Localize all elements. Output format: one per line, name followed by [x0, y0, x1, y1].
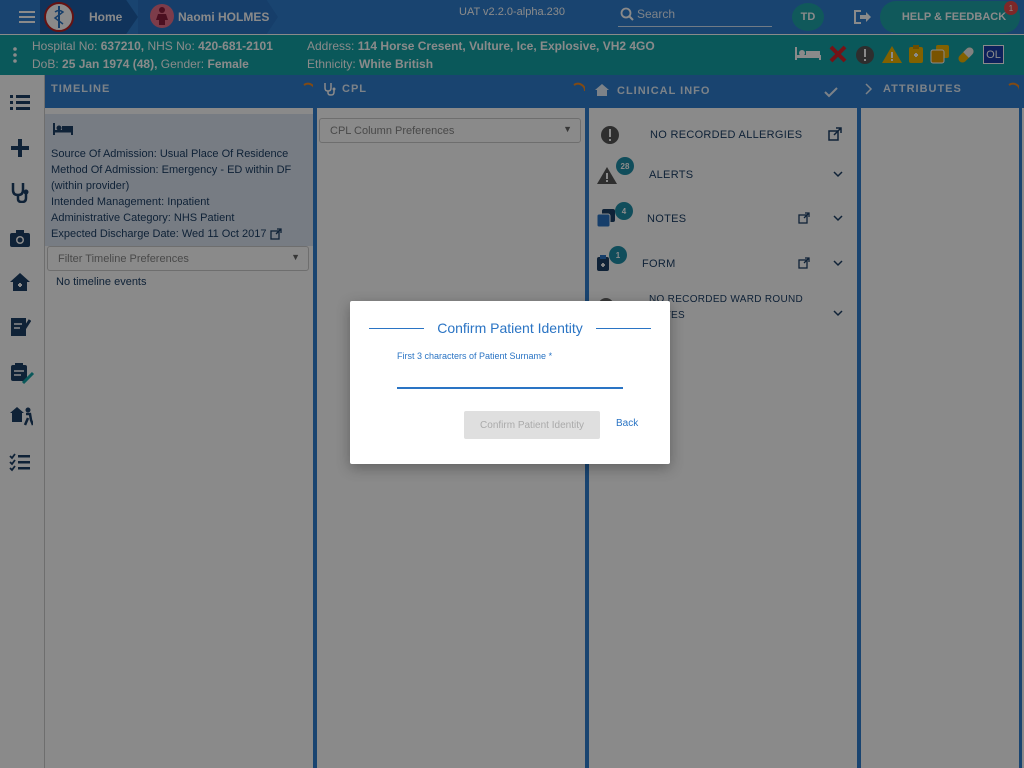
back-button[interactable]: Back — [616, 418, 638, 429]
surname-input[interactable] — [397, 365, 623, 389]
app-root: Home Naomi HOLMES UAT v2.2.0-alpha.230 S… — [0, 0, 1024, 768]
title-rule-right — [596, 328, 651, 329]
surname-field-label: First 3 characters of Patient Surname * — [397, 351, 553, 361]
confirm-identity-button[interactable]: Confirm Patient Identity — [464, 411, 600, 439]
confirm-identity-dialog: Confirm Patient Identity First 3 charact… — [350, 301, 670, 464]
